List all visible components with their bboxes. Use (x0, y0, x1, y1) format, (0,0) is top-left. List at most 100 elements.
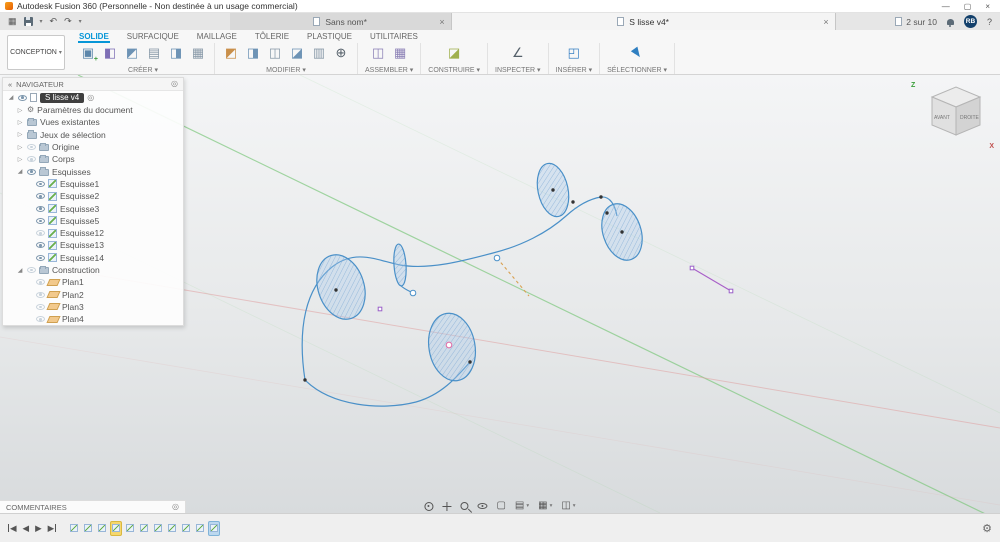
expander-icon[interactable]: ▷ (16, 119, 24, 126)
zoom-icon[interactable] (460, 502, 468, 510)
timeline-feature-4[interactable] (110, 521, 122, 536)
derive-icon[interactable]: ▤ (145, 44, 163, 62)
orbit-icon[interactable] (424, 502, 433, 511)
visibility-eye-icon[interactable] (27, 169, 36, 175)
ribbon-group-label-construire[interactable]: CONSTRUIRE ▾ (428, 66, 480, 74)
press-pull-icon[interactable]: ◩ (222, 44, 240, 62)
expander-icon[interactable]: ◢ (16, 168, 24, 175)
sketch-ellipse-profile[interactable] (393, 244, 408, 287)
minimize-icon[interactable]: — (942, 2, 950, 11)
sketch-point[interactable] (571, 200, 574, 203)
construction-plane-icon[interactable]: ◪ (445, 44, 463, 62)
navigator-item-esquisse1[interactable]: Esquisse1 (3, 178, 183, 190)
sketch-constraint-point[interactable] (690, 266, 694, 270)
tab-utilitaires[interactable]: UTILITAIRES (369, 30, 419, 43)
timeline-feature-9[interactable] (180, 521, 192, 536)
user-avatar[interactable]: RB (964, 15, 977, 28)
timeline-feature-10[interactable] (194, 521, 206, 536)
fillet-icon[interactable]: ◨ (244, 44, 262, 62)
tab-maillage[interactable]: MAILLAGE (196, 30, 238, 43)
navigator-item-esquisse3[interactable]: Esquisse3 (3, 202, 183, 214)
sketch-line[interactable] (692, 268, 731, 291)
expander-icon[interactable]: ◢ (16, 267, 24, 274)
navigator-item-plan4[interactable]: Plan4 (3, 313, 183, 325)
create-form-icon[interactable]: ◩ (123, 44, 141, 62)
app-launcher-grid-icon[interactable]: ▦ (8, 16, 17, 27)
sketch-center-point-marker[interactable] (446, 342, 452, 348)
timeline-feature-7[interactable] (152, 521, 164, 536)
document-tab-sans-nom[interactable]: Sans nom* × (230, 13, 452, 30)
timeline-feature-8[interactable] (166, 521, 178, 536)
sketch-point[interactable] (551, 188, 554, 191)
root-document-name[interactable]: S lisse v4 (40, 93, 84, 103)
ribbon-group-label-modifier[interactable]: MODIFIER ▾ (266, 66, 306, 74)
visibility-eye-icon[interactable] (18, 95, 27, 101)
navigator-item-plan3[interactable]: Plan3 (3, 301, 183, 313)
tab-surfacique[interactable]: SURFACIQUE (126, 30, 180, 43)
joint-icon[interactable]: ▦ (391, 44, 409, 62)
timeline-feature-5[interactable] (124, 521, 136, 536)
look-at-icon[interactable] (477, 503, 487, 509)
navigator-item-esquisse12[interactable]: Esquisse12 (3, 227, 183, 239)
visibility-eye-icon[interactable] (36, 218, 45, 224)
close-icon[interactable]: × (985, 2, 990, 11)
timeline-go-to-end-icon[interactable]: ▶ (48, 524, 57, 533)
save-menu-caret-icon[interactable]: ▾ (40, 18, 43, 25)
split-body-icon[interactable]: ▥ (310, 44, 328, 62)
navigator-item-esquisse5[interactable]: Esquisse5 (3, 215, 183, 227)
timeline-settings-gear-icon[interactable]: ⚙ (982, 522, 992, 535)
measure-icon[interactable]: ∠ (509, 44, 527, 62)
timeline-feature-6[interactable] (138, 521, 150, 536)
sketch-point[interactable] (303, 378, 306, 381)
navigator-item-origine[interactable]: ▷Origine (3, 141, 183, 153)
pattern-icon[interactable]: ▦ (189, 44, 207, 62)
close-tab-icon[interactable]: × (823, 17, 828, 27)
visibility-eye-icon[interactable] (36, 304, 45, 310)
visibility-eye-icon[interactable] (36, 206, 45, 212)
navigator-item-jeux-de-s-lection[interactable]: ▷Jeux de sélection (3, 129, 183, 141)
document-tab-s-lisse[interactable]: S lisse v4* × (452, 13, 836, 30)
display-settings-icon[interactable]: ▤▾ (515, 501, 529, 511)
shell-icon[interactable]: ◫ (266, 44, 284, 62)
create-sketch-icon[interactable]: ◧ (101, 44, 119, 62)
panel-options-icon[interactable]: ◎ (171, 80, 178, 88)
expander-icon[interactable]: ◢ (7, 94, 15, 101)
viewports-icon[interactable]: ◫▾ (561, 501, 575, 511)
redo-menu-caret-icon[interactable]: ▾ (79, 18, 82, 25)
help-icon[interactable]: ? (987, 17, 992, 27)
navigator-root-item[interactable]: ◢ S lisse v4 ◎ (3, 91, 183, 104)
navigator-item-plan1[interactable]: Plan1 (3, 276, 183, 288)
visibility-eye-icon[interactable] (36, 279, 45, 285)
visibility-eye-icon[interactable] (36, 181, 45, 187)
navigator-item-esquisse14[interactable]: Esquisse14 (3, 252, 183, 264)
sketch-point[interactable] (468, 360, 471, 363)
timeline-step-back-icon[interactable]: ◀ (23, 524, 30, 533)
sketch-constraint-point[interactable] (378, 307, 382, 311)
expander-icon[interactable]: ▷ (16, 144, 24, 151)
ribbon-group-label-creer[interactable]: CRÉER ▾ (128, 66, 158, 74)
new-component-icon[interactable]: ▣+ (79, 44, 97, 62)
sketch-constraint-point[interactable] (729, 289, 733, 293)
navigator-item-plan2[interactable]: Plan2 (3, 288, 183, 300)
timeline-feature-2[interactable] (82, 521, 94, 536)
navigator-item-construction[interactable]: ◢Construction (3, 264, 183, 276)
visibility-eye-icon[interactable] (36, 292, 45, 298)
workspace-selector-button[interactable]: CONCEPTION▾ (7, 35, 65, 70)
add-comment-icon[interactable]: ◎ (172, 503, 179, 511)
timeline-feature-3[interactable] (96, 521, 108, 536)
navigator-item-param-tres-du-document[interactable]: ▷⚙Paramètres du document (3, 104, 183, 116)
sketch-point[interactable] (334, 288, 337, 291)
tab-plastique[interactable]: PLASTIQUE (306, 30, 353, 43)
move-copy-icon[interactable]: ⊕ (332, 44, 350, 62)
timeline-feature-1[interactable] (68, 521, 80, 536)
version-badge[interactable]: 2 sur 10 (895, 17, 937, 27)
sketch-ellipse-profile[interactable] (423, 310, 480, 385)
visibility-eye-icon[interactable] (27, 144, 36, 150)
visibility-eye-icon[interactable] (27, 156, 36, 162)
expander-icon[interactable]: ▷ (16, 156, 24, 163)
maximize-icon[interactable]: ▢ (964, 2, 972, 11)
view-cube[interactable]: Z X AVANT DROITE (920, 81, 992, 147)
visibility-eye-icon[interactable] (36, 316, 45, 322)
ribbon-group-label-inserer[interactable]: INSÉRER ▾ (556, 66, 593, 74)
ribbon-group-label-inspecter[interactable]: INSPECTER ▾ (495, 66, 541, 74)
